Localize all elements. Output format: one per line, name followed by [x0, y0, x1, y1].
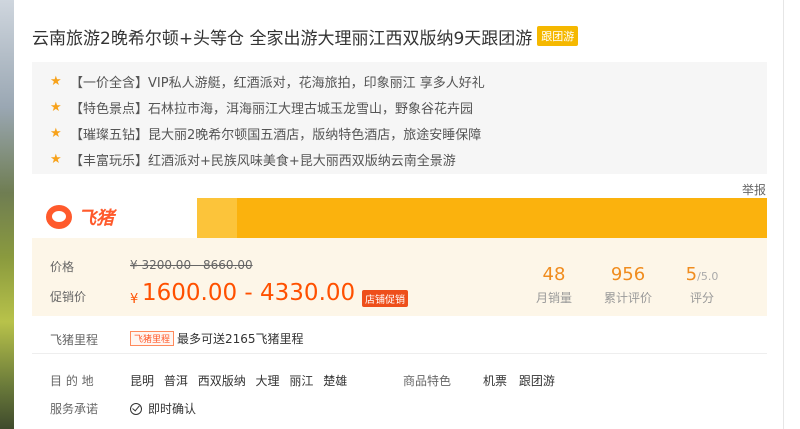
- mileage-label: 飞猪里程: [50, 333, 99, 347]
- promo-currency: ¥: [130, 292, 139, 307]
- highlights-box: ★ 【一价全含】VIP私人游艇，红酒派对，花海旅拍，印象丽江 享多人好礼 ★ 【…: [32, 62, 767, 174]
- highlight-text: 【丰富玩乐】红酒派对+民族风味美食+昆大丽西双版纳云南全景游: [70, 153, 456, 169]
- star-icon: ★: [50, 151, 62, 167]
- mileage-badge: 飞猪里程: [130, 331, 175, 346]
- destination-item: 丽江: [289, 374, 314, 388]
- rating-value-wrap: 5/5.0: [672, 264, 732, 285]
- stat-monthly-sales: 48 月销量: [524, 264, 584, 306]
- star-icon: ★: [50, 99, 62, 115]
- highlight-item: ★ 【璀璨五钻】昆大丽2晚希尔顿国五酒店，版纳特色酒店，旅途安睡保障: [50, 120, 767, 146]
- price-box: 价格 ¥ 3200.00 - 8660.00 促销价 ¥ 1600.00 - 4…: [32, 238, 767, 316]
- rating-value: 5: [685, 264, 698, 285]
- feature-item: 机票: [483, 374, 508, 388]
- check-circle-icon: [130, 402, 142, 415]
- logo-text: 飞猪: [78, 208, 114, 229]
- mileage-text: 最多可送2165飞猪里程: [177, 332, 304, 346]
- highlight-item: ★ 【特色景点】石林拉市海，洱海丽江大理古城玉龙雪山，野象谷花卉园: [50, 94, 767, 120]
- star-icon: ★: [50, 125, 62, 141]
- original-price-label: 价格: [50, 260, 75, 274]
- tour-type-badge: 跟团游: [537, 26, 579, 46]
- monthly-sales-value: 48: [542, 264, 566, 285]
- star-icon: ★: [50, 73, 62, 89]
- side-image-strip: [0, 0, 14, 429]
- feature-label: 商品特色: [403, 374, 452, 388]
- destination-item: 普洱: [163, 374, 188, 388]
- stat-reviews[interactable]: 956 累计评价: [598, 264, 658, 306]
- highlight-text: 【一价全含】VIP私人游艇，红酒派对，花海旅拍，印象丽江 享多人好礼: [70, 75, 485, 91]
- title-row: 云南旅游2晚希尔顿+头等仓 全家出游大理丽江西双版纳9天跟团游 跟团游: [32, 24, 579, 49]
- destination-item: 大理: [255, 374, 280, 388]
- fliggy-logo: 飞猪: [46, 204, 114, 230]
- service-promise: 即时确认: [130, 400, 196, 417]
- highlight-text: 【特色景点】石林拉市海，洱海丽江大理古城玉龙雪山，野象谷花卉园: [70, 101, 474, 117]
- promo-price: 1600.00 - 4330.00: [142, 280, 356, 306]
- banner-stripe: [197, 198, 237, 238]
- promo-price-label: 促销价: [50, 290, 87, 304]
- service-item: 即时确认: [148, 402, 197, 416]
- service-label: 服务承诺: [50, 402, 99, 416]
- fliggy-pig-icon: [46, 205, 72, 229]
- destination-label: 目 的 地: [50, 374, 94, 388]
- highlight-item: ★ 【丰富玩乐】红酒派对+民族风味美食+昆大丽西双版纳云南全景游: [50, 146, 767, 172]
- highlight-item: ★ 【一价全含】VIP私人游艇，红酒派对，花海旅拍，印象丽江 享多人好礼: [50, 68, 767, 94]
- reviews-label: 累计评价: [603, 291, 652, 305]
- panel-border: [783, 0, 784, 429]
- brand-banner: 飞猪: [32, 198, 767, 238]
- rating-label: 评分: [689, 291, 714, 305]
- feature-list: 机票 跟团游: [483, 372, 563, 389]
- destination-item: 昆明: [130, 374, 155, 388]
- report-link[interactable]: 举报: [742, 181, 766, 198]
- divider: [32, 353, 767, 354]
- feature-item: 跟团游: [518, 374, 555, 388]
- shop-promo-badge: 店铺促销: [362, 290, 408, 307]
- reviews-value: 956: [610, 264, 646, 285]
- monthly-sales-label: 月销量: [535, 291, 572, 305]
- highlight-text: 【璀璨五钻】昆大丽2晚希尔顿国五酒店，版纳特色酒店，旅途安睡保障: [70, 127, 482, 143]
- mileage-row: 飞猪里程 飞猪里程 最多可送2165飞猪里程: [32, 328, 767, 350]
- destination-item: 西双版纳: [197, 374, 246, 388]
- rating-max: /5.0: [697, 270, 719, 283]
- destination-list: 昆明 普洱 西双版纳 大理 丽江 楚雄: [130, 372, 353, 389]
- stat-rating: 5/5.0 评分: [672, 264, 732, 306]
- product-title: 云南旅游2晚希尔顿+头等仓 全家出游大理丽江西双版纳9天跟团游: [32, 28, 533, 49]
- original-price: ¥ 3200.00 - 8660.00: [130, 258, 253, 272]
- destination-item: 楚雄: [323, 374, 348, 388]
